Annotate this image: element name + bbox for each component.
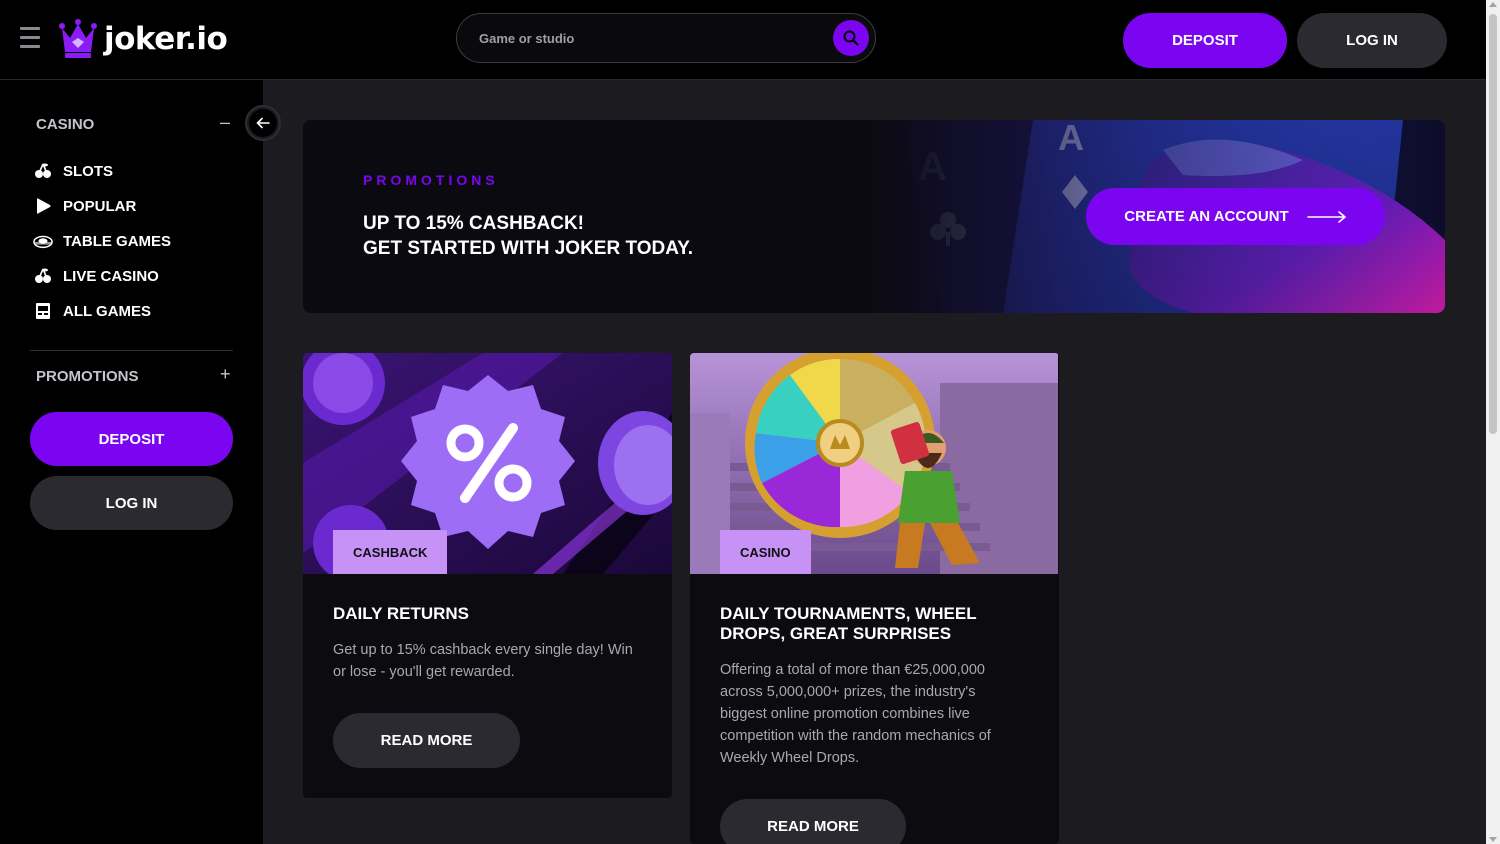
promotions-expand-toggle[interactable]: +: [220, 364, 231, 385]
sidebar-casino-title[interactable]: CASINO: [36, 116, 94, 133]
promo-card-image: CASINO: [690, 353, 1059, 574]
search-button[interactable]: [833, 20, 869, 56]
casino-collapse-toggle[interactable]: –: [220, 112, 230, 133]
page-scrollbar[interactable]: [1486, 0, 1500, 844]
sidebar-item-label: LIVE CASINO: [63, 267, 159, 285]
logo-text: joker.io: [104, 21, 228, 57]
sidebar: CASINO – SLOTS POPULAR TABLE GAMES LIVE …: [0, 80, 263, 844]
promo-card-description: Get up to 15% cashback every single day!…: [333, 642, 633, 680]
promo-card-description: Offering a total of more than €25,000,00…: [720, 662, 991, 766]
sidebar-promotions-title[interactable]: PROMOTIONS: [36, 368, 139, 385]
read-more-button[interactable]: READ MORE: [333, 713, 520, 768]
banner-headline-line2: GET STARTED WITH JOKER TODAY.: [363, 238, 694, 259]
header-login-button[interactable]: LOG IN: [1297, 13, 1447, 68]
arrow-left-icon: [256, 117, 270, 129]
play-icon: [33, 196, 53, 216]
read-more-button[interactable]: READ MORE: [720, 799, 906, 844]
sidebar-item-slots[interactable]: SLOTS: [33, 160, 113, 182]
sidebar-item-label: ALL GAMES: [63, 302, 152, 320]
crown-logo-icon: [59, 19, 97, 58]
header-deposit-button[interactable]: DEPOSIT: [1123, 13, 1287, 68]
create-account-label: CREATE AN ACCOUNT: [1124, 208, 1289, 225]
slot-machine-icon: [33, 301, 53, 321]
sidebar-item-label: POPULAR: [63, 197, 137, 215]
sidebar-deposit-button[interactable]: DEPOSIT: [30, 412, 233, 466]
menu-icon[interactable]: [20, 27, 40, 53]
promo-card-tag: CASINO: [720, 530, 811, 574]
sidebar-item-table-games[interactable]: TABLE GAMES: [33, 230, 171, 252]
promo-card-cashback: CASHBACK DAILY RETURNS Get up to 15% cas…: [303, 353, 672, 798]
promo-card-image: CASHBACK: [303, 353, 672, 574]
scroll-thumb[interactable]: [1489, 14, 1497, 434]
create-account-button[interactable]: CREATE AN ACCOUNT: [1086, 188, 1385, 245]
banner-eyebrow: PROMOTIONS: [363, 172, 499, 188]
arrow-right-icon: [1306, 210, 1346, 223]
search-input[interactable]: [479, 14, 819, 62]
roulette-icon: [33, 231, 53, 251]
banner-headline-line1: UP TO 15% CASHBACK!: [363, 213, 585, 234]
sidebar-login-button[interactable]: LOG IN: [30, 476, 233, 530]
logo[interactable]: joker.io: [58, 18, 228, 60]
promo-card-title: DAILY RETURNS: [333, 604, 470, 623]
search-icon: [843, 30, 859, 46]
sidebar-item-popular[interactable]: POPULAR: [33, 195, 136, 217]
promotions-banner: A A PROMOTIONS UP TO 15% CASHBACK! GET S…: [303, 120, 1445, 313]
cherries-icon: [33, 266, 53, 286]
sidebar-item-label: SLOTS: [63, 162, 114, 180]
search-bar: [456, 13, 876, 63]
sidebar-divider: [30, 350, 233, 351]
sidebar-item-all-games[interactable]: ALL GAMES: [33, 300, 151, 322]
promo-card-tag: CASHBACK: [333, 530, 448, 574]
cherries-icon: [33, 161, 53, 181]
top-header: joker.io DEPOSIT LOG IN: [0, 0, 1486, 80]
sidebar-item-live-casino[interactable]: LIVE CASINO: [33, 265, 159, 287]
sidebar-item-label: TABLE GAMES: [63, 232, 172, 250]
scroll-up-arrow-icon[interactable]: [1489, 2, 1497, 7]
promo-card-title: DAILY TOURNAMENTS, WHEEL DROPS, GREAT SU…: [720, 604, 977, 643]
sidebar-collapse-button[interactable]: [245, 105, 281, 141]
promo-card-casino: CASINO DAILY TOURNAMENTS, WHEEL DROPS, G…: [690, 353, 1059, 844]
scroll-down-arrow-icon[interactable]: [1489, 837, 1497, 842]
